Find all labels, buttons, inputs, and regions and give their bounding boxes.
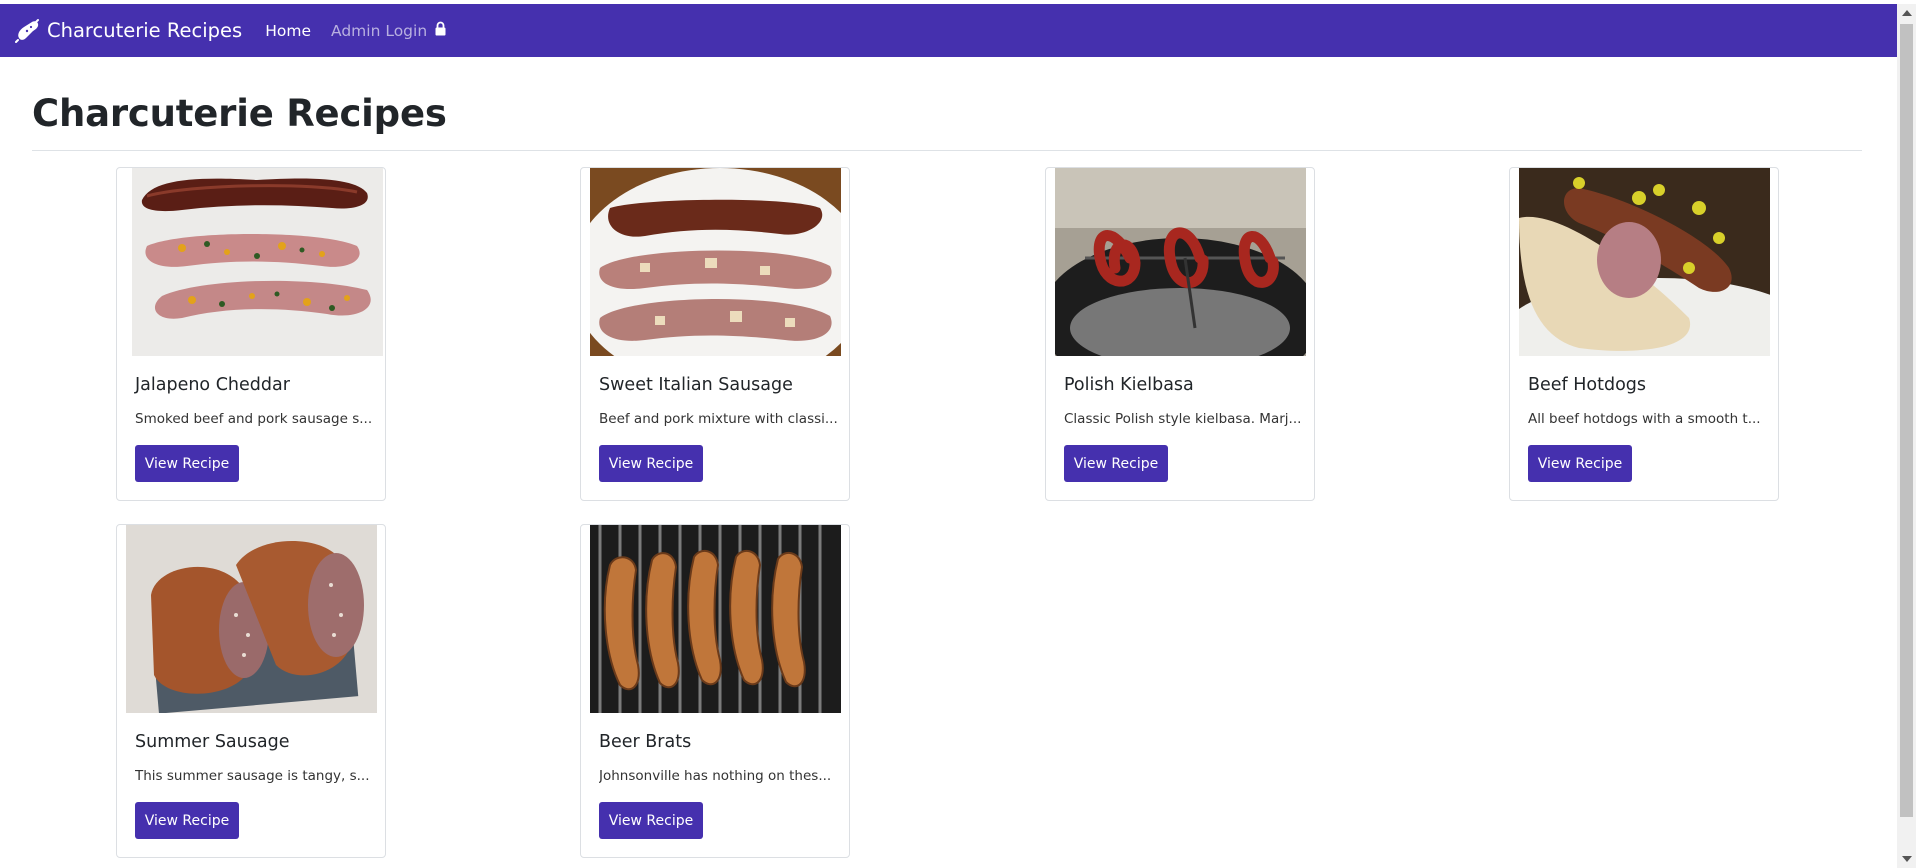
title-divider xyxy=(32,150,1862,151)
view-recipe-button[interactable]: View Recipe xyxy=(1528,445,1632,482)
sausage-icon xyxy=(15,18,39,43)
recipe-image-beef-hotdogs xyxy=(1519,168,1770,356)
scrollbar-thumb[interactable] xyxy=(1900,24,1913,817)
view-recipe-button[interactable]: View Recipe xyxy=(599,802,703,839)
view-recipe-button[interactable]: View Recipe xyxy=(599,445,703,482)
recipe-card-summer-sausage: Summer Sausage This summer sausage is ta… xyxy=(116,524,386,858)
brand-link[interactable]: Charcuterie Recipes xyxy=(15,18,242,44)
recipe-description: Classic Polish style kielbasa. Marj... xyxy=(1064,411,1302,427)
recipe-image-sweet-italian-sausage xyxy=(590,168,841,356)
recipe-title: Sweet Italian Sausage xyxy=(599,375,793,395)
recipe-image-polish-kielbasa xyxy=(1055,168,1306,356)
recipe-description: Beef and pork mixture with classi... xyxy=(599,411,838,427)
recipe-image-summer-sausage xyxy=(126,525,377,713)
view-recipe-button[interactable]: View Recipe xyxy=(135,445,239,482)
recipe-card-beef-hotdogs: Beef Hotdogs All beef hotdogs with a smo… xyxy=(1509,167,1779,501)
recipe-card-polish-kielbasa: Polish Kielbasa Classic Polish style kie… xyxy=(1045,167,1315,501)
recipe-title: Beer Brats xyxy=(599,732,692,752)
recipe-description: Smoked beef and pork sausage s... xyxy=(135,411,373,427)
view-recipe-button[interactable]: View Recipe xyxy=(1064,445,1168,482)
recipe-title: Beef Hotdogs xyxy=(1528,375,1647,395)
lock-icon xyxy=(435,21,446,35)
scroll-up-arrow-icon[interactable] xyxy=(1902,10,1912,16)
navbar: Charcuterie Recipes Home Admin Login xyxy=(0,4,1897,57)
recipe-card-sweet-italian-sausage: Sweet Italian Sausage Beef and pork mixt… xyxy=(580,167,850,501)
page-title: Charcuterie Recipes xyxy=(32,92,447,135)
recipe-description: This summer sausage is tangy, s... xyxy=(135,768,370,784)
recipe-title: Jalapeno Cheddar xyxy=(135,375,290,395)
recipe-card-beer-brats: Beer Brats Johnsonville has nothing on t… xyxy=(580,524,850,858)
recipe-description: Johnsonville has nothing on thes... xyxy=(599,768,832,784)
nav-admin-login-link[interactable]: Admin Login xyxy=(331,21,447,40)
recipe-title: Summer Sausage xyxy=(135,732,290,752)
view-recipe-button[interactable]: View Recipe xyxy=(135,802,239,839)
nav-home-link[interactable]: Home xyxy=(265,22,311,40)
admin-login-label: Admin Login xyxy=(331,21,428,40)
page-scrollbar[interactable] xyxy=(1897,4,1916,868)
recipe-image-jalapeno-cheddar xyxy=(132,168,383,356)
recipe-card-jalapeno-cheddar: Jalapeno Cheddar Smoked beef and pork sa… xyxy=(116,167,386,501)
recipe-description: All beef hotdogs with a smooth t... xyxy=(1528,411,1761,427)
scroll-down-arrow-icon[interactable] xyxy=(1902,856,1912,862)
recipe-title: Polish Kielbasa xyxy=(1064,375,1194,395)
brand-title: Charcuterie Recipes xyxy=(47,19,243,42)
recipe-image-beer-brats xyxy=(590,525,841,713)
